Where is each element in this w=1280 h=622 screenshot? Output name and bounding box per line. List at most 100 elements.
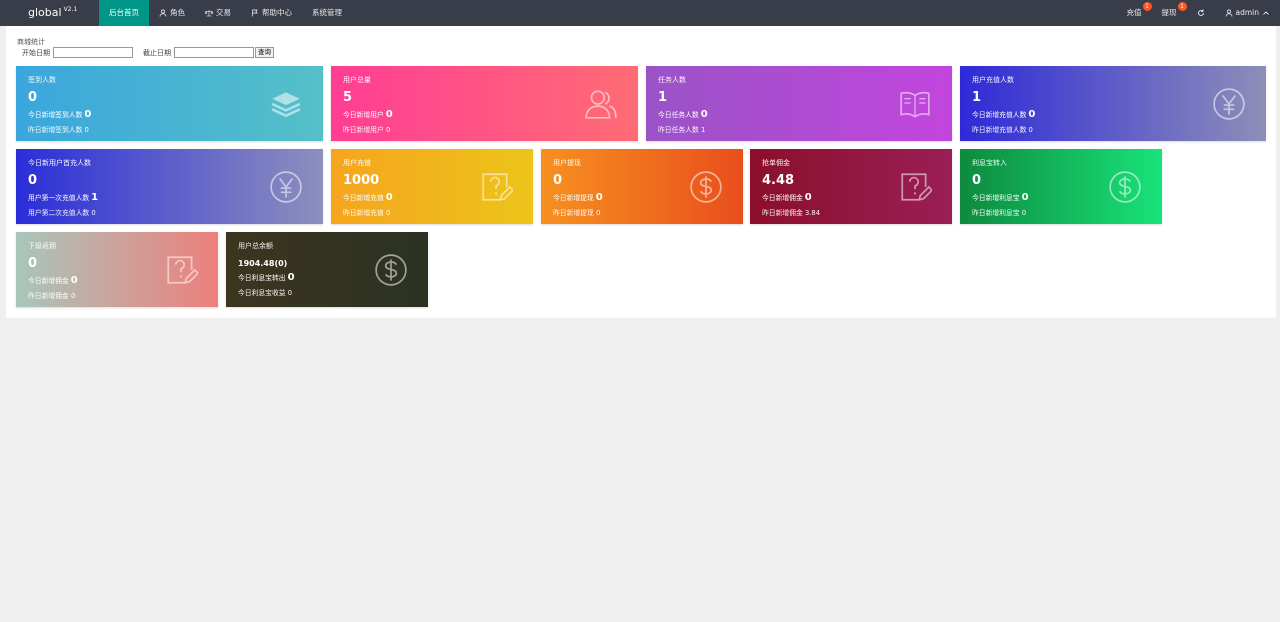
card-sub-value: 0 xyxy=(700,109,708,120)
user-name: admin xyxy=(1235,8,1260,17)
card-sub-label: 今日新增利息宝 xyxy=(972,194,1020,202)
card-sub2: 昨日新增签到人数 0 xyxy=(28,126,89,134)
start-date-label: 开始日期 xyxy=(22,48,50,57)
stat-card-balance[interactable]: 用户总余额 1904.48(0) 今日利息宝转出 0 今日利息宝收益 0 xyxy=(226,232,428,307)
card-sub-value: 0 xyxy=(385,109,393,120)
card-title: 用户提现 xyxy=(553,159,581,167)
card-sub-label: 今日新增充值人数 xyxy=(972,111,1027,119)
yen-icon xyxy=(269,170,303,204)
card-title: 抢单佣金 xyxy=(762,159,790,167)
stat-card-sub-commission[interactable]: 下级返佣 0 今日新增佣金 0 昨日新增佣金 0 xyxy=(16,232,218,307)
refresh-icon xyxy=(1197,9,1204,16)
stat-card-recharge[interactable]: 用户充值 1000 今日新增充值 0 昨日新增充值 0 xyxy=(331,149,533,224)
nav-item-label: 交易 xyxy=(216,8,231,17)
nav-item-home[interactable]: 后台首页 xyxy=(99,0,149,26)
app-logo[interactable]: global V2.1 xyxy=(28,0,77,26)
end-date-label: 截止日期 xyxy=(143,48,171,57)
card-title: 用户总量 xyxy=(343,76,371,84)
card-sub-label: 今日新增充值 xyxy=(343,194,384,202)
refresh-button[interactable] xyxy=(1187,0,1215,26)
question-edit-icon xyxy=(164,253,200,287)
card-sub2: 昨日新增充值 0 xyxy=(343,209,391,217)
card-title: 用户总余额 xyxy=(238,242,273,250)
yen-icon xyxy=(1212,87,1246,121)
card-title: 签到人数 xyxy=(28,76,56,84)
top-navbar: global V2.1 后台首页 角色 交易 帮助中心 系统管理 充值 1 提现 … xyxy=(0,0,1280,26)
nav-item-trade[interactable]: 交易 xyxy=(195,0,241,26)
card-sub-label: 今日新增佣金 xyxy=(28,277,69,285)
card-sub2: 昨日新增利息宝 0 xyxy=(972,209,1027,217)
card-sub2: 今日利息宝收益 0 xyxy=(238,289,293,297)
date-filter: 开始日期 截止日期 查询 xyxy=(22,47,274,58)
recharge-link[interactable]: 充值 1 xyxy=(1117,0,1152,26)
card-title: 今日新用户首充人数 xyxy=(28,159,91,167)
section-title: 商城统计 xyxy=(17,38,45,46)
card-sub-value: 0 xyxy=(70,275,78,286)
scale-icon xyxy=(205,10,213,17)
card-title: 任务人数 xyxy=(658,76,686,84)
book-icon xyxy=(898,87,932,121)
nav-item-label: 后台首页 xyxy=(109,8,139,17)
chevron-up-icon xyxy=(1263,11,1269,15)
card-sub-label: 今日任务人数 xyxy=(658,111,699,119)
start-date-input[interactable] xyxy=(53,47,133,58)
stat-card-tasks[interactable]: 任务人数 1 今日任务人数 0 昨日任务人数 1 xyxy=(646,66,952,141)
stat-card-interest-in[interactable]: 利息宝转入 0 今日新增利息宝 0 昨日新增利息宝 0 xyxy=(960,149,1162,224)
stat-card-users[interactable]: 用户总量 5 今日新增用户 0 昨日新增用户 0 xyxy=(331,66,638,141)
card-sub-value: 0 xyxy=(84,109,92,120)
nav-item-label: 系统管理 xyxy=(312,8,342,17)
query-button[interactable]: 查询 xyxy=(255,47,274,58)
card-sub-value: 1 xyxy=(91,192,99,203)
card-sub-label: 今日利息宝转出 xyxy=(238,274,286,282)
card-title: 用户充值人数 xyxy=(972,76,1014,84)
user-icon xyxy=(1225,9,1232,17)
main-nav: 后台首页 角色 交易 帮助中心 系统管理 xyxy=(99,0,352,26)
dollar-icon xyxy=(374,253,408,287)
card-sub-label: 今日新增用户 xyxy=(343,111,384,119)
card-title: 用户充值 xyxy=(343,159,371,167)
user-menu[interactable]: admin xyxy=(1215,0,1280,26)
nav-item-label: 角色 xyxy=(170,8,185,17)
right-nav: 充值 1 提现 1 admin xyxy=(1117,0,1280,26)
card-sub-value: 0 xyxy=(287,272,295,283)
stat-card-recharge-users[interactable]: 用户充值人数 1 今日新增充值人数 0 昨日新增充值人数 0 xyxy=(960,66,1266,141)
card-sub2: 昨日新增充值人数 0 xyxy=(972,126,1033,134)
card-sub-value: 0 xyxy=(385,192,393,203)
card-sub-label: 今日新增提现 xyxy=(553,194,594,202)
stat-card-first-recharge[interactable]: 今日新用户首充人数 0 用户第一次充值人数 1 用户第二次充值人数 0 xyxy=(16,149,323,224)
recharge-badge: 1 xyxy=(1142,2,1152,11)
card-title: 利息宝转入 xyxy=(972,159,1007,167)
question-edit-icon xyxy=(479,170,515,204)
nav-item-label: 帮助中心 xyxy=(262,8,292,17)
card-sub-label: 今日新增签到人数 xyxy=(28,111,83,119)
recharge-label: 充值 xyxy=(1126,8,1142,17)
card-sub-value: 0 xyxy=(804,192,812,203)
card-sub2: 昨日新增佣金 0 xyxy=(28,292,76,300)
app-version: V2.1 xyxy=(63,6,78,13)
users-icon xyxy=(584,87,618,121)
nav-item-role[interactable]: 角色 xyxy=(149,0,195,26)
card-sub2: 昨日任务人数 1 xyxy=(658,126,706,134)
card-title: 下级返佣 xyxy=(28,242,56,250)
layers-icon xyxy=(269,87,303,121)
card-sub-value: 0 xyxy=(595,192,603,203)
card-sub2: 昨日新增佣金 3.84 xyxy=(762,209,821,217)
stat-card-withdraw[interactable]: 用户提现 0 今日新增提现 0 昨日新增提现 0 xyxy=(541,149,743,224)
stat-card-checkin[interactable]: 签到人数 0 今日新增签到人数 0 昨日新增签到人数 0 xyxy=(16,66,323,141)
dollar-icon xyxy=(689,170,723,204)
app-name: global xyxy=(28,6,62,19)
withdraw-label: 提现 xyxy=(1161,8,1177,17)
nav-item-system[interactable]: 系统管理 xyxy=(302,0,352,26)
card-sub-label: 今日新增佣金 xyxy=(762,194,803,202)
question-edit-icon xyxy=(898,170,934,204)
withdraw-link[interactable]: 提现 1 xyxy=(1152,0,1187,26)
stat-card-commission[interactable]: 抢单佣金 4.48 今日新增佣金 0 昨日新增佣金 3.84 xyxy=(750,149,952,224)
flag-icon xyxy=(252,9,258,17)
end-date-input[interactable] xyxy=(174,47,254,58)
nav-item-help[interactable]: 帮助中心 xyxy=(241,0,302,26)
stats-panel: 商城统计 开始日期 截止日期 查询 签到人数 0 今日新增签到人数 0 昨日新增签… xyxy=(6,26,1276,318)
card-sub-value: 0 xyxy=(1028,109,1036,120)
user-icon xyxy=(159,9,167,17)
card-sub2: 用户第二次充值人数 0 xyxy=(28,209,96,217)
card-sub2: 昨日新增提现 0 xyxy=(553,209,601,217)
